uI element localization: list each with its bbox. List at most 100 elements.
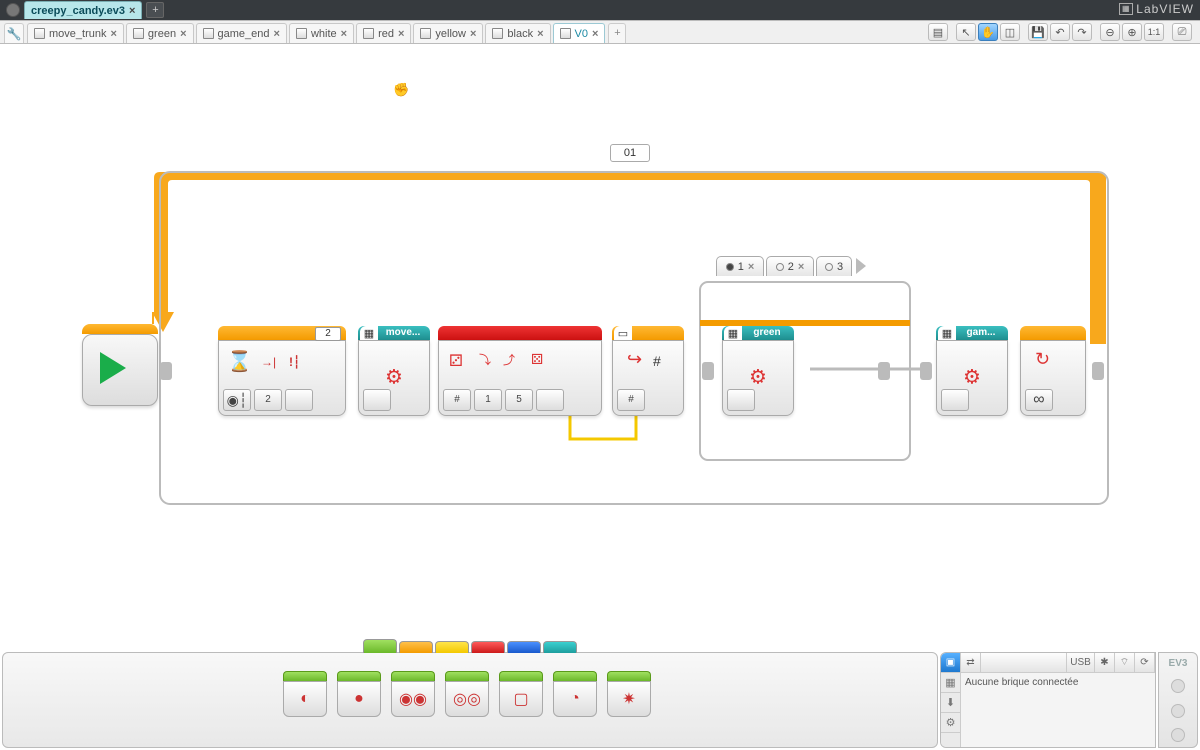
sequence-plug[interactable] xyxy=(702,362,714,380)
close-icon[interactable]: × xyxy=(110,28,116,40)
wait-block[interactable]: 2 ⌛ →| !┆ ◉┆ 2 xyxy=(218,340,346,416)
brick-view-icon[interactable]: ▦ xyxy=(941,673,960,693)
project-tab[interactable]: creepy_candy.ev3 × xyxy=(24,1,142,19)
tab-green[interactable]: green× xyxy=(126,23,194,43)
myblock-green[interactable]: green ▦ ⚙ xyxy=(722,340,794,416)
sequence-plug[interactable] xyxy=(1092,362,1104,380)
zoom-reset-icon[interactable]: 1:1 xyxy=(1144,23,1164,41)
switch-icon: ↪ xyxy=(627,349,642,370)
palette-tab-sensor[interactable] xyxy=(435,641,469,653)
wrench-icon[interactable]: 🔧 xyxy=(4,23,24,43)
sequence-plug[interactable] xyxy=(920,362,932,380)
palette-item-sound[interactable]: ◔ xyxy=(553,671,597,717)
palette-item-brick-light[interactable]: ✷ xyxy=(607,671,651,717)
redo-icon[interactable]: ↷ xyxy=(1072,23,1092,41)
case-tab-3[interactable]: 3 xyxy=(816,256,852,276)
brick-settings-icon[interactable]: ⚙ xyxy=(941,713,960,733)
myblock-game[interactable]: gam... ▦ ⚙ xyxy=(936,340,1008,416)
close-icon[interactable]: × xyxy=(592,28,598,40)
flat-view-icon[interactable]: ▭ xyxy=(614,326,632,340)
loop-end-block[interactable]: ↻ ∞ xyxy=(1020,340,1086,416)
param-low[interactable]: 1 xyxy=(474,389,502,411)
close-icon[interactable]: × xyxy=(798,261,804,273)
comment-icon[interactable]: ◫ xyxy=(1000,23,1020,41)
edit-icon[interactable]: ▦ xyxy=(724,326,742,340)
random-block[interactable]: ⚂ ⤵ ⤴ ⚄ # 1 5 xyxy=(438,340,602,416)
usb-icon[interactable]: USB xyxy=(1067,653,1095,672)
switch-block[interactable]: ▭ ↪ # # xyxy=(612,340,684,416)
close-icon[interactable]: × xyxy=(341,28,347,40)
loop-name[interactable]: 01 xyxy=(610,144,650,162)
brick-info-tab[interactable]: ▣ xyxy=(941,653,961,672)
undo-icon[interactable]: ↶ xyxy=(1050,23,1070,41)
palette-item-display[interactable]: ▢ xyxy=(499,671,543,717)
pointer-icon[interactable]: ↖ xyxy=(956,23,976,41)
content-editor-icon[interactable]: ⎚ xyxy=(1172,23,1192,41)
port-field[interactable]: 2 xyxy=(315,327,341,341)
palette-item-move-steering[interactable]: ◉◉ xyxy=(391,671,435,717)
add-tab-button[interactable]: + xyxy=(608,23,626,43)
close-icon[interactable]: × xyxy=(180,28,186,40)
param-slot[interactable] xyxy=(727,389,755,411)
tab-move-trunk[interactable]: move_trunk× xyxy=(27,23,124,43)
tab-black[interactable]: black× xyxy=(485,23,550,43)
wifi-icon[interactable]: ⌔ xyxy=(1115,653,1135,672)
output-dice-icon: ⚄ xyxy=(531,351,543,368)
tab-white[interactable]: white× xyxy=(289,23,354,43)
titlebar: creepy_candy.ev3 × + ▦ LabVIEW xyxy=(0,0,1200,20)
brick-port-tab[interactable]: ⇄ xyxy=(961,653,981,672)
refresh-icon[interactable]: ⟳ xyxy=(1135,653,1155,672)
palette-tab-data[interactable] xyxy=(471,641,505,653)
case-tab-2[interactable]: 2× xyxy=(766,256,814,276)
start-block[interactable] xyxy=(82,334,158,406)
run-selected-icon[interactable] xyxy=(1171,728,1185,742)
palette-tab-myblocks[interactable] xyxy=(543,641,577,653)
expand-up-icon[interactable] xyxy=(1171,679,1185,693)
bluetooth-icon[interactable]: ✱ xyxy=(1095,653,1115,672)
download-run-icon[interactable] xyxy=(1171,704,1185,718)
close-icon[interactable]: × xyxy=(398,28,404,40)
param-value[interactable]: 2 xyxy=(254,389,282,411)
tab-v0[interactable]: V0× xyxy=(553,23,606,43)
ev3-label: EV3 xyxy=(1169,658,1188,669)
document-list-icon[interactable]: ▤ xyxy=(928,23,948,41)
close-icon[interactable]: × xyxy=(470,28,476,40)
project-tab-add[interactable]: + xyxy=(146,2,164,18)
close-icon[interactable]: × xyxy=(274,28,280,40)
param-slot[interactable] xyxy=(363,389,391,411)
tab-game-end[interactable]: game_end× xyxy=(196,23,287,43)
change-icon: !┆ xyxy=(289,355,300,369)
palette-tab-action[interactable] xyxy=(363,639,397,653)
close-icon[interactable]: × xyxy=(129,5,135,17)
param-slot[interactable] xyxy=(941,389,969,411)
brick-download-icon[interactable]: ⬇ xyxy=(941,693,960,713)
switch-input[interactable]: # xyxy=(617,389,645,411)
param-output[interactable] xyxy=(536,389,564,411)
mode-selector[interactable]: ◉┆ xyxy=(223,389,251,411)
edit-icon[interactable]: ▦ xyxy=(360,326,378,340)
canvas[interactable]: 01 2 ⌛ →| !┆ ◉┆ 2 move... ▦ ⚙ xyxy=(0,44,1200,650)
param-output[interactable] xyxy=(285,389,313,411)
palette-tab-flow[interactable] xyxy=(399,641,433,653)
sequence-plug[interactable] xyxy=(878,362,890,380)
edit-icon[interactable]: ▦ xyxy=(938,326,956,340)
close-icon[interactable]: × xyxy=(748,261,754,273)
tab-red[interactable]: red× xyxy=(356,23,411,43)
palette-item-move-tank[interactable]: ◎◎ xyxy=(445,671,489,717)
save-icon[interactable]: 💾 xyxy=(1028,23,1048,41)
case-tab-1[interactable]: 1× xyxy=(716,256,764,276)
loop-mode[interactable]: ∞ xyxy=(1025,389,1053,411)
tab-yellow[interactable]: yellow× xyxy=(413,23,483,43)
zoom-out-icon[interactable]: ⊖ xyxy=(1100,23,1120,41)
palette-tab-advanced[interactable] xyxy=(507,641,541,653)
close-icon[interactable]: × xyxy=(537,28,543,40)
mode-selector[interactable]: # xyxy=(443,389,471,411)
zoom-in-icon[interactable]: ⊕ xyxy=(1122,23,1142,41)
palette-item-medium-motor[interactable]: ◐ xyxy=(283,671,327,717)
add-case-icon[interactable] xyxy=(856,258,866,274)
pan-icon[interactable]: ✋ xyxy=(978,23,998,41)
palette-item-large-motor[interactable]: ● xyxy=(337,671,381,717)
sequence-plug[interactable] xyxy=(160,362,172,380)
param-high[interactable]: 5 xyxy=(505,389,533,411)
myblock-move[interactable]: move... ▦ ⚙ xyxy=(358,340,430,416)
